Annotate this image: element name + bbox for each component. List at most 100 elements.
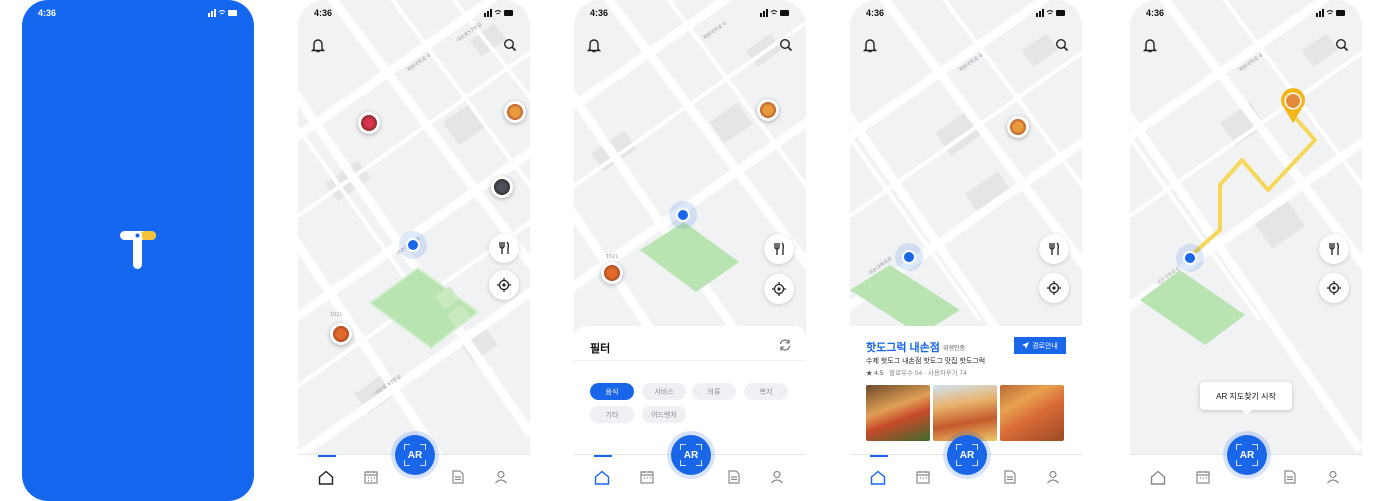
home-icon[interactable] (592, 467, 612, 487)
street-label: 102L (606, 254, 619, 260)
active-tab-indicator (594, 455, 612, 457)
place-photo[interactable] (933, 385, 997, 441)
map-view[interactable]: 계원대학로 4 내손로57번길 내손대복회로 102L 내손로 43번길 (298, 0, 530, 455)
search-icon[interactable] (1052, 35, 1072, 55)
document-icon[interactable] (1000, 467, 1020, 487)
status-icons (1316, 9, 1346, 17)
search-icon[interactable] (776, 35, 796, 55)
current-location-dot (676, 208, 690, 222)
filter-title: 필터 (590, 343, 611, 355)
calendar-icon[interactable] (637, 467, 657, 487)
signal-wifi-battery-icon (484, 9, 513, 17)
profile-icon[interactable] (1323, 467, 1343, 487)
place-marker[interactable] (330, 323, 352, 345)
home-icon[interactable] (316, 467, 336, 487)
ar-button[interactable]: AR (671, 435, 711, 475)
ar-button[interactable]: AR (947, 435, 987, 475)
tooltip-arrow (1242, 410, 1252, 415)
status-time: 4:36 (866, 8, 885, 18)
restaurant-filter-icon[interactable] (764, 234, 794, 264)
ar-button-label: AR (407, 449, 423, 461)
place-marker[interactable] (1007, 116, 1029, 138)
home-icon[interactable] (1148, 467, 1168, 487)
divider (574, 360, 806, 361)
chip-other[interactable]: 기타 (590, 406, 634, 423)
restaurant-filter-icon[interactable] (1319, 234, 1349, 264)
ar-button-label: AR (1239, 449, 1255, 461)
app-logo (118, 231, 158, 271)
hygiene-badge: 위생인증 (943, 346, 966, 352)
status-time: 4:36 (1146, 8, 1165, 18)
profile-icon[interactable] (1043, 467, 1063, 487)
locate-icon[interactable] (489, 270, 519, 300)
place-marker[interactable] (504, 101, 526, 123)
status-icons (1036, 9, 1066, 17)
search-icon[interactable] (1332, 35, 1352, 55)
filter-screen: 계원대학로 4 102L 4:36 필터 음식 서비스 의류 복지 기타 어드벤… (574, 0, 806, 501)
follow-review-counts: · 팔로우수 54 · 사용자후기 74 (883, 370, 967, 377)
locate-icon[interactable] (764, 274, 794, 304)
place-photo[interactable] (866, 385, 930, 441)
destination-pin[interactable] (1280, 88, 1306, 124)
calendar-icon[interactable] (361, 467, 381, 487)
status-bar: 4:36 (298, 0, 530, 26)
status-bar: 4:36 (574, 0, 806, 26)
home-icon[interactable] (868, 467, 888, 487)
active-tab-indicator (870, 455, 888, 457)
place-detail-screen: 계원대학로 4 내손대복회로 4:36 핫도그럭 내손점 위생인증 경로안내 수… (850, 0, 1082, 501)
restaurant-filter-icon[interactable] (489, 233, 519, 263)
current-location-dot (406, 238, 420, 252)
status-bar: 4:36 (22, 0, 254, 26)
place-name: 핫도그럭 내손점 (866, 342, 940, 354)
bell-icon[interactable] (860, 35, 880, 55)
current-location-dot (902, 250, 916, 264)
signal-wifi-battery-icon (760, 9, 789, 17)
refresh-icon[interactable] (778, 338, 792, 352)
status-time: 4:36 (314, 8, 333, 18)
status-icons (484, 9, 514, 17)
ar-button[interactable]: AR (395, 435, 435, 475)
place-marker[interactable] (757, 99, 779, 121)
document-icon[interactable] (724, 467, 744, 487)
document-icon[interactable] (1280, 467, 1300, 487)
splash-screen: 4:36 (22, 0, 254, 501)
profile-icon[interactable] (767, 467, 787, 487)
restaurant-filter-icon[interactable] (1039, 234, 1069, 264)
chip-welfare[interactable]: 복지 (744, 383, 788, 400)
status-bar: 4:36 (850, 0, 1082, 26)
signal-wifi-battery-icon (208, 9, 237, 17)
locate-icon[interactable] (1319, 273, 1349, 303)
chip-clothing[interactable]: 의류 (692, 383, 736, 400)
calendar-icon[interactable] (913, 467, 933, 487)
status-icons (208, 9, 238, 17)
place-photo[interactable] (1000, 385, 1064, 441)
bell-icon[interactable] (584, 35, 604, 55)
route-button[interactable]: 경로안내 (1014, 337, 1066, 354)
chip-service[interactable]: 서비스 (642, 383, 686, 400)
document-icon[interactable] (448, 467, 468, 487)
status-time: 4:36 (38, 8, 57, 18)
place-stats: ★ 4.5 · 팔로우수 54 · 사용자후기 74 (866, 367, 967, 377)
bell-icon[interactable] (308, 35, 328, 55)
map-roads: 계원대학로 4 내손로57번길 내손대복회로 102L 내손로 43번길 (298, 0, 530, 455)
ar-tooltip: AR 지도찾기 시작 (1200, 382, 1292, 415)
place-marker[interactable] (358, 112, 380, 134)
profile-icon[interactable] (491, 467, 511, 487)
active-tab-indicator (318, 455, 336, 457)
place-description: 수제 핫도그 내손점 핫도그 맛집 핫도그럭 (866, 358, 986, 365)
current-location-dot (1183, 251, 1197, 265)
place-marker[interactable] (491, 176, 513, 198)
route-screen: 계원대학로 4 내손대복회로 4:36 AR 지도찾기 시작 AR (1130, 0, 1362, 501)
locate-icon[interactable] (1039, 273, 1069, 303)
street-label: 102L (330, 312, 343, 318)
calendar-icon[interactable] (1193, 467, 1213, 487)
place-marker[interactable] (601, 262, 623, 284)
logo-t-icon (120, 231, 156, 269)
search-icon[interactable] (500, 35, 520, 55)
chip-adventure[interactable]: 어드벤처 (642, 406, 686, 423)
bell-icon[interactable] (1140, 35, 1160, 55)
ar-button[interactable]: AR (1227, 435, 1267, 475)
home-map-screen: 계원대학로 4 내손로57번길 내손대복회로 102L 내손로 43번길 4:3… (298, 0, 530, 501)
chip-food[interactable]: 음식 (590, 383, 634, 400)
rating: ★ 4.5 (866, 370, 884, 377)
